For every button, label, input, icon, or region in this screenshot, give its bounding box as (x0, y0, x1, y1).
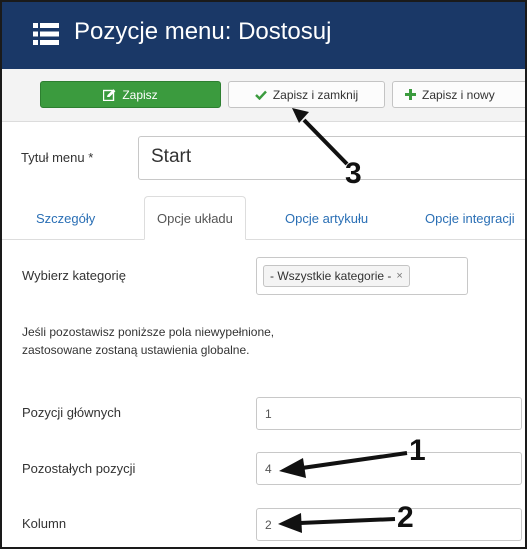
category-select[interactable]: - Wszystkie kategorie - × (256, 257, 468, 295)
save-button[interactable]: Zapisz (40, 81, 221, 108)
category-chip: - Wszystkie kategorie - × (263, 265, 410, 287)
annotation-number-1: 1 (409, 434, 426, 467)
leading-items-input[interactable]: 1 (256, 397, 522, 430)
columns-input[interactable]: 2 (256, 508, 522, 541)
list-icon (33, 23, 59, 45)
remove-icon[interactable]: × (396, 270, 402, 282)
save-close-button[interactable]: Zapisz i zamknij (228, 81, 385, 108)
plus-icon (405, 89, 416, 100)
edit-icon (103, 88, 116, 101)
tab-bar: Szczegóły Opcje układu Opcje artykułu Op… (2, 196, 525, 240)
page-frame: Pozycje menu: Dostosuj Zapisz Zapisz i z… (0, 0, 527, 549)
intro-items-input[interactable]: 4 (256, 452, 522, 485)
info-line-1: Jeśli pozostawisz poniższe pola niewypeł… (22, 325, 275, 339)
columns-label: Kolumn (22, 516, 67, 531)
save-new-button-label: Zapisz i nowy (422, 87, 495, 102)
tab-integration-options[interactable]: Opcje integracji (425, 196, 515, 240)
page-header: Pozycje menu: Dostosuj (2, 2, 525, 69)
category-label: Wybierz kategorię (22, 268, 126, 283)
info-line-2: zastosowane zostaną ustawienia globalne. (22, 343, 250, 357)
menu-title-input[interactable]: Start (138, 136, 525, 180)
save-new-button[interactable]: Zapisz i nowy (392, 81, 525, 108)
check-icon (254, 90, 267, 100)
save-button-label: Zapisz (122, 87, 158, 102)
toolbar: Zapisz Zapisz i zamknij Zapisz i nowy (2, 69, 525, 122)
menu-title-label: Tytuł menu * (21, 150, 94, 165)
annotation-number-2: 2 (397, 501, 414, 534)
page-title: Pozycje menu: Dostosuj (74, 18, 332, 45)
info-text: Jeśli pozostawisz poniższe pola niewypeł… (22, 323, 442, 359)
annotation-number-3: 3 (345, 157, 362, 190)
category-chip-label: - Wszystkie kategorie - (270, 269, 392, 283)
leading-items-label: Pozycji głównych (22, 405, 121, 420)
tab-details[interactable]: Szczegóły (36, 196, 95, 240)
save-close-button-label: Zapisz i zamknij (272, 87, 359, 102)
tab-layout-options[interactable]: Opcje układu (144, 196, 246, 240)
tab-article-options[interactable]: Opcje artykułu (285, 196, 368, 240)
intro-items-label: Pozostałych pozycji (22, 461, 136, 476)
